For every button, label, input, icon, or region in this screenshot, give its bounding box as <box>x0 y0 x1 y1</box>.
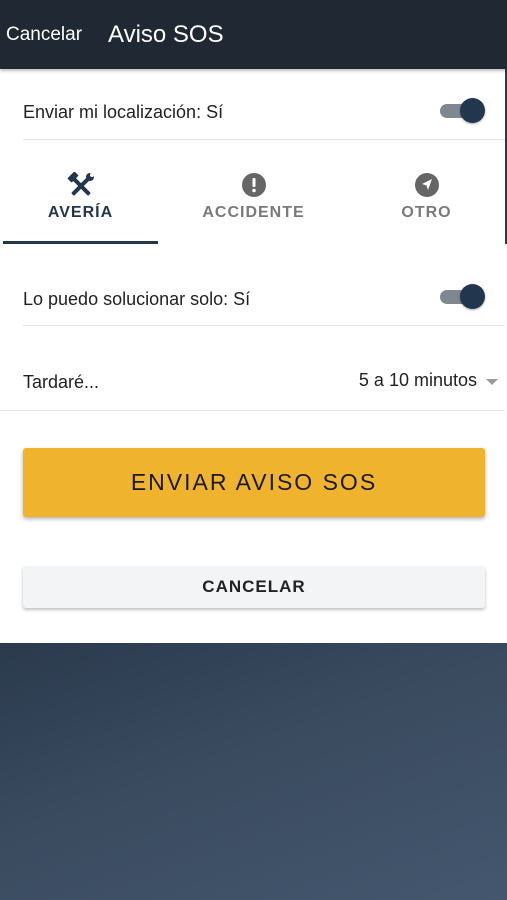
sos-type-tabs: AVERÍA ACCIDENTE OTRO <box>0 164 507 244</box>
location-row: Enviar mi localización: Sí <box>23 69 505 140</box>
location-toggle[interactable] <box>440 98 485 124</box>
send-sos-button[interactable]: ENVIAR AVISO SOS <box>23 448 485 517</box>
background-area <box>0 643 507 900</box>
page-title: Aviso SOS <box>108 21 224 48</box>
location-label: Enviar mi localización: Sí <box>23 102 224 122</box>
exclamation-circle-icon <box>241 172 267 203</box>
eta-selected-value: 5 a 10 minutos <box>358 370 477 390</box>
solve-row: Lo puedo solucionar solo: Sí <box>23 264 505 326</box>
top-app-bar: Cancelar Aviso SOS <box>0 0 507 69</box>
wrench-hammer-icon <box>66 171 96 205</box>
solve-toggle[interactable] <box>440 284 485 310</box>
toggle-knob <box>460 284 485 309</box>
tab-accidente[interactable]: ACCIDENTE <box>176 164 331 244</box>
tab-label: ACCIDENTE <box>202 204 305 221</box>
eta-select[interactable]: 5 a 10 minutos <box>305 370 505 394</box>
cancel-button[interactable]: CANCELAR <box>23 566 485 608</box>
tab-label: AVERÍA <box>47 204 114 221</box>
toggle-knob <box>460 98 485 123</box>
eta-row: Tardaré... 5 a 10 minutos <box>0 326 505 411</box>
active-tab-indicator <box>3 241 158 244</box>
cancel-link[interactable]: Cancelar <box>6 24 82 46</box>
tab-averia[interactable]: AVERÍA <box>3 164 158 244</box>
solve-label: Lo puedo solucionar solo: Sí <box>23 289 251 309</box>
tab-label: OTRO <box>401 204 452 221</box>
eta-label: Tardaré... <box>23 372 100 392</box>
chevron-down-icon <box>486 379 498 385</box>
tab-otro[interactable]: OTRO <box>349 164 504 244</box>
navigation-arrow-icon <box>414 172 440 203</box>
sos-form-panel: Enviar mi localización: Sí AVERÍA ACCIDE… <box>0 69 507 643</box>
